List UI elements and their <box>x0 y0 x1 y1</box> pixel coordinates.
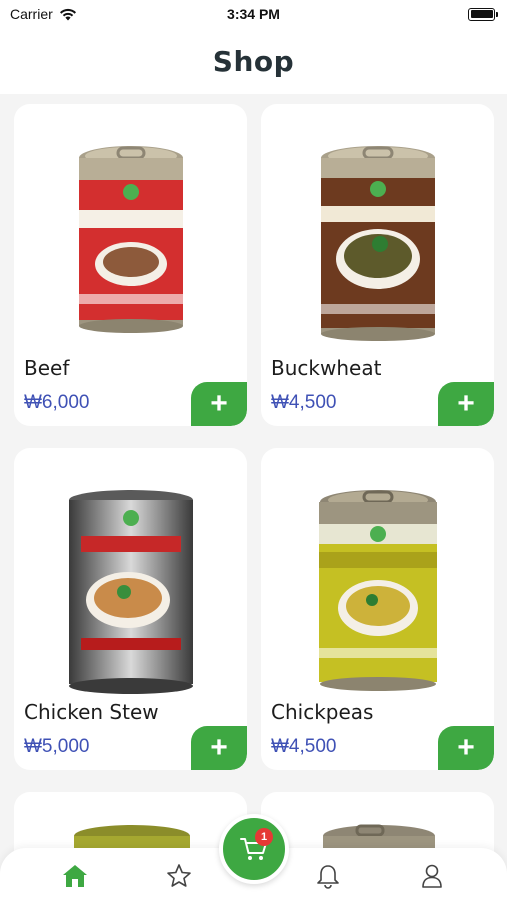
product-card-buckwheat[interactable]: Buckwheat ₩4,500 + <box>261 104 494 426</box>
product-name: Chicken Stew <box>24 700 159 724</box>
product-card-beef[interactable]: Beef ₩6,000 + <box>14 104 247 426</box>
product-price: ₩6,000 <box>24 392 90 413</box>
user-icon <box>422 864 442 888</box>
product-image <box>261 488 494 691</box>
wifi-icon <box>59 8 76 20</box>
add-to-cart-button[interactable]: + <box>438 382 494 426</box>
product-image <box>14 144 247 344</box>
product-card-chickpeas[interactable]: Chickpeas ₩4,500 + <box>261 448 494 770</box>
product-grid: Beef ₩6,000 + Buckwheat ₩4,500 + Chicken… <box>14 104 494 770</box>
product-price: ₩4,500 <box>271 392 337 413</box>
product-price: ₩4,500 <box>271 736 337 757</box>
add-to-cart-button[interactable]: + <box>191 382 247 426</box>
battery-icon <box>468 7 498 21</box>
carrier-label: Carrier <box>10 6 53 22</box>
product-name: Buckwheat <box>271 356 382 380</box>
product-image <box>261 144 494 344</box>
tab-favorites[interactable] <box>161 858 197 894</box>
product-card-chicken-stew[interactable]: Chicken Stew ₩5,000 + <box>14 448 247 770</box>
product-name: Beef <box>24 356 70 380</box>
cart-count-badge: 1 <box>255 828 273 846</box>
product-image <box>14 488 247 694</box>
product-name: Chickpeas <box>271 700 374 724</box>
tab-home[interactable] <box>57 858 93 894</box>
product-price: ₩5,000 <box>24 736 90 757</box>
tab-notifications[interactable] <box>310 858 346 894</box>
tab-profile[interactable] <box>414 858 450 894</box>
add-to-cart-button[interactable]: + <box>438 726 494 770</box>
star-icon <box>167 864 191 887</box>
carrier-group: Carrier <box>10 6 77 22</box>
status-bar: Carrier 3:34 PM <box>0 0 507 28</box>
bell-icon <box>317 865 339 889</box>
home-icon <box>63 865 87 887</box>
add-to-cart-button[interactable]: + <box>191 726 247 770</box>
header: Shop <box>0 28 507 94</box>
page-title: Shop <box>212 44 295 78</box>
cart-button[interactable]: 1 <box>219 814 289 884</box>
